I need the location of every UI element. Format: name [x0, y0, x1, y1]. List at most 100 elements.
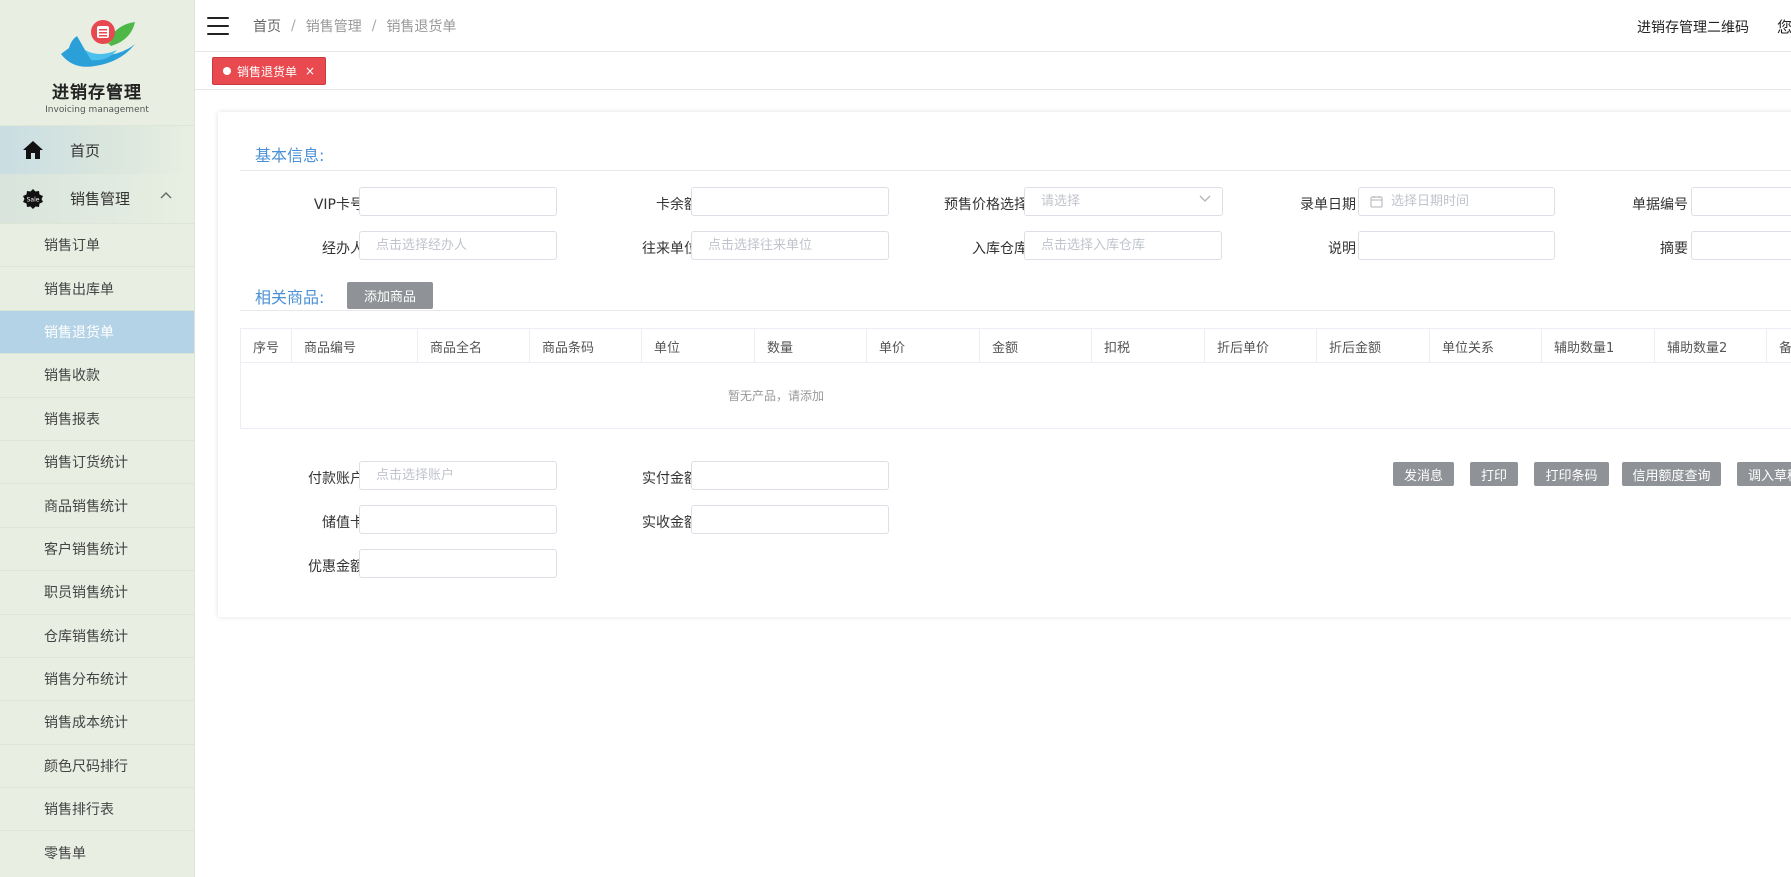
sidebar-item-distribution-stats[interactable]: 销售分布统计	[0, 656, 194, 700]
sidebar-item-sales-return[interactable]: 销售退货单	[0, 309, 194, 354]
sidebar-item-customer-stats[interactable]: 客户销售统计	[0, 526, 194, 570]
date-input[interactable]	[1358, 187, 1555, 216]
account-input[interactable]	[359, 461, 557, 490]
date-label: 录单日期	[1300, 197, 1356, 213]
sidebar-item-label: 销售成本统计	[44, 715, 128, 732]
paid-amount-input[interactable]	[691, 461, 889, 490]
column-header: 折后单价	[1205, 329, 1317, 363]
credit-limit-button[interactable]: 信用额度查询	[1622, 462, 1721, 486]
sidebar-item-label: 销售退货单	[44, 324, 114, 341]
handler-input[interactable]	[359, 231, 557, 260]
logo: 进销存管理 Invoicing management	[0, 0, 194, 125]
breadcrumb-sales[interactable]: 销售管理	[306, 16, 362, 36]
doc-number-label: 单据编号	[1632, 197, 1688, 213]
tab-strip: 销售退货单 ×	[195, 52, 1791, 90]
sidebar-item-label: 销售排行表	[44, 802, 114, 819]
svg-text:Sale: Sale	[27, 196, 40, 203]
sidebar-item-sales-order[interactable]: 销售订单	[0, 223, 194, 266]
note-input[interactable]	[1358, 231, 1555, 260]
breadcrumb-home[interactable]: 首页	[253, 16, 281, 36]
sidebar: 进销存管理 Invoicing management 首页 Sale 销售管理 …	[0, 0, 195, 877]
sidebar-item-label: 销售报表	[44, 411, 100, 428]
warehouse-input[interactable]	[1024, 231, 1222, 260]
sidebar-item-retail-order[interactable]: 零售单	[0, 830, 194, 873]
sidebar-item-sales-receipt[interactable]: 销售收款	[0, 353, 194, 396]
price-select-label: 预售价格选择	[944, 197, 1028, 213]
account-label: 付款账户	[308, 471, 364, 487]
sidebar-item-label: 职员销售统计	[44, 585, 128, 602]
partner-input[interactable]	[691, 231, 889, 260]
user-greeting[interactable]: 您	[1777, 16, 1791, 37]
table-empty-text: 暂无产品，请添加	[727, 389, 824, 403]
basic-info-title: 基本信息:	[255, 146, 325, 165]
discount-label: 优惠金额	[308, 559, 364, 575]
column-header: 金额	[980, 329, 1092, 363]
sidebar-item-label: 销售订单	[44, 238, 100, 255]
column-header: 商品编号	[292, 329, 418, 363]
sidebar-item-label: 销售收款	[44, 368, 100, 385]
qr-code-link[interactable]: 进销存管理二维码	[1637, 17, 1749, 37]
print-button[interactable]: 打印	[1470, 462, 1518, 486]
sale-badge-icon: Sale	[23, 188, 43, 209]
sidebar-item-sales-ranking[interactable]: 销售排行表	[0, 787, 194, 830]
logo-icon	[61, 20, 135, 67]
menu-bar	[207, 24, 229, 27]
sidebar-item-label: 商品销售统计	[44, 498, 128, 515]
sidebar-item-order-stats[interactable]: 销售订货统计	[0, 439, 194, 483]
column-header: 序号	[241, 329, 292, 363]
load-draft-button[interactable]: 调入草稿	[1737, 462, 1791, 486]
logo-subtitle: Invoicing management	[45, 105, 149, 115]
divider	[240, 170, 1791, 171]
logo-title: 进销存管理	[52, 83, 142, 103]
summary-input[interactable]	[1691, 231, 1791, 260]
sidebar-item-warehouse-stats[interactable]: 仓库销售统计	[0, 613, 194, 657]
tab-sales-return[interactable]: 销售退货单 ×	[212, 57, 327, 85]
goods-table: 序号 商品编号 商品全名 商品条码 单位 数量 单价 金额 扣税 折后单价 折后…	[240, 328, 1791, 429]
sidebar-item-label: 零售单	[44, 845, 86, 862]
handler-label: 经办人	[322, 241, 364, 257]
received-amount-input[interactable]	[691, 505, 889, 534]
vip-input[interactable]	[359, 187, 557, 216]
sidebar-item-label: 颜色尺码排行	[44, 758, 128, 775]
column-header: 数量	[755, 329, 867, 363]
breadcrumb: 首页 / 销售管理 / 销售退货单	[253, 16, 456, 36]
price-select[interactable]	[1024, 187, 1223, 216]
note-label: 说明	[1328, 241, 1356, 257]
doc-number-input[interactable]	[1691, 187, 1791, 216]
received-amount-label: 实收金额	[642, 515, 698, 531]
column-header: 单价	[867, 329, 980, 363]
sidebar-group-sales[interactable]: Sale 销售管理	[0, 174, 194, 223]
discount-input[interactable]	[359, 549, 557, 578]
sidebar-item-sales-outbound[interactable]: 销售出库单	[0, 266, 194, 309]
sidebar-item-sales-report[interactable]: 销售报表	[0, 396, 194, 440]
sidebar-item-home[interactable]: 首页	[0, 125, 194, 174]
breadcrumb-separator: /	[371, 17, 377, 34]
column-header: 扣税	[1092, 329, 1205, 363]
column-header: 辅助数量2	[1655, 329, 1767, 363]
goods-title: 相关商品:	[255, 288, 325, 307]
chevron-up-icon[interactable]	[160, 191, 172, 199]
date-picker[interactable]	[1358, 187, 1555, 216]
tab-label: 销售退货单	[237, 64, 298, 79]
column-header: 商品全名	[418, 329, 530, 363]
sidebar-item-cost-stats[interactable]: 销售成本统计	[0, 700, 194, 743]
sidebar-item-product-stats[interactable]: 商品销售统计	[0, 483, 194, 526]
close-icon[interactable]: ×	[305, 64, 315, 78]
form-card: 基本信息: VIP卡号 卡余额 预售价格选择 录单日期 单据编号 经办人 往来单…	[218, 112, 1791, 617]
print-barcode-button[interactable]: 打印条码	[1534, 462, 1609, 486]
active-dot-icon	[223, 67, 231, 75]
sidebar-item-color-size-rank[interactable]: 颜色尺码排行	[0, 743, 194, 787]
vip-label: VIP卡号	[313, 197, 364, 213]
menu-bar	[207, 32, 229, 35]
send-message-button[interactable]: 发消息	[1393, 462, 1454, 486]
menu-toggle-icon[interactable]	[207, 16, 229, 35]
menu-bar	[207, 16, 229, 19]
add-goods-button[interactable]: 添加商品	[347, 282, 433, 309]
stored-card-input[interactable]	[359, 505, 557, 534]
balance-input[interactable]	[691, 187, 889, 216]
sidebar-item-staff-stats[interactable]: 职员销售统计	[0, 570, 194, 613]
price-select-input[interactable]	[1024, 187, 1223, 216]
warehouse-label: 入库仓库	[972, 241, 1028, 257]
sidebar-submenu: 销售订单 销售出库单 销售退货单 销售收款 销售报表 销售订货统计 商品销售统计…	[0, 223, 194, 874]
sidebar-item-label: 客户销售统计	[44, 541, 128, 558]
